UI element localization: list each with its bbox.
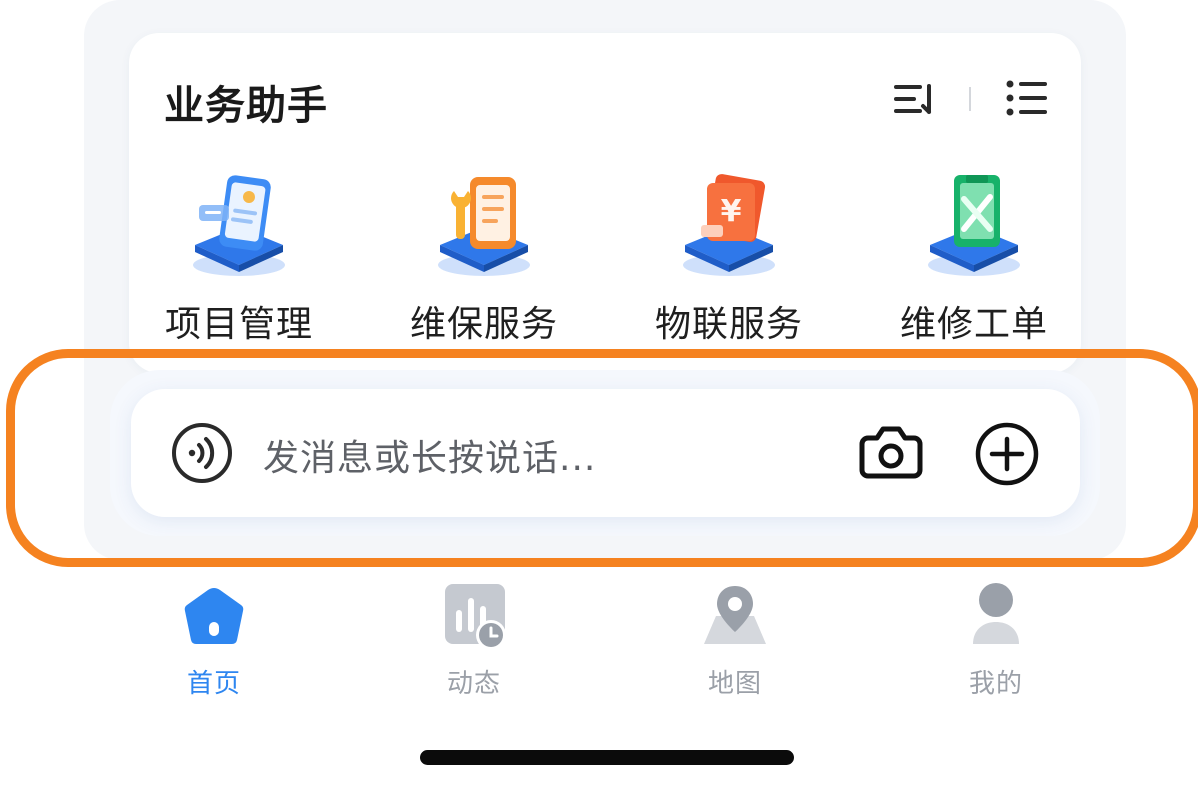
shortcut-label: 物联服务 [654, 304, 803, 345]
card-title: 业务助手 [164, 83, 328, 129]
tab-label: 地图 [707, 669, 762, 699]
home-icon [184, 588, 244, 644]
sort-icon[interactable] [892, 81, 938, 117]
shortcut-label: 维修工单 [899, 304, 1048, 345]
shortcut-label: 项目管理 [164, 304, 313, 345]
tab-label: 我的 [968, 669, 1023, 699]
project-management-icon [193, 175, 285, 276]
svg-text:¥: ¥ [721, 194, 742, 229]
shortcut-iot-service[interactable]: ¥ 物联服务 [634, 173, 824, 353]
message-input-bar[interactable]: 发消息或长按说话... [131, 389, 1080, 517]
tab-profile[interactable]: 我的 [906, 575, 1086, 705]
home-indicator [420, 750, 794, 765]
tab-home[interactable]: 首页 [124, 575, 304, 705]
repair-order-icon [928, 175, 1020, 276]
message-input[interactable]: 发消息或长按说话... [263, 429, 596, 481]
tab-activity[interactable]: 动态 [384, 575, 564, 705]
map-icon [704, 586, 766, 644]
maintenance-service-icon [438, 177, 530, 276]
activity-icon [445, 584, 506, 650]
shortcut-repair-order[interactable]: 维修工单 [879, 173, 1069, 353]
app-screen: 业务助手 项目管理 维保服务 ¥ 物联服务 维修工单 发消息或长按说话... 首… [0, 0, 1198, 798]
header-divider [969, 87, 971, 111]
shortcut-maintenance-service[interactable]: 维保服务 [389, 173, 579, 353]
shortcut-project-management[interactable]: 项目管理 [144, 173, 334, 353]
list-icon[interactable] [1006, 79, 1048, 117]
tab-label: 动态 [446, 669, 501, 699]
tab-map[interactable]: 地图 [645, 575, 825, 705]
iot-service-icon: ¥ [683, 174, 775, 276]
plus-icon[interactable] [974, 421, 1040, 487]
voice-icon[interactable] [171, 422, 233, 484]
tab-label: 首页 [186, 669, 241, 699]
business-assistant-card: 业务助手 项目管理 维保服务 ¥ 物联服务 维修工单 [129, 33, 1081, 373]
profile-icon [973, 583, 1019, 644]
shortcut-label: 维保服务 [409, 304, 558, 345]
camera-icon[interactable] [858, 424, 924, 480]
